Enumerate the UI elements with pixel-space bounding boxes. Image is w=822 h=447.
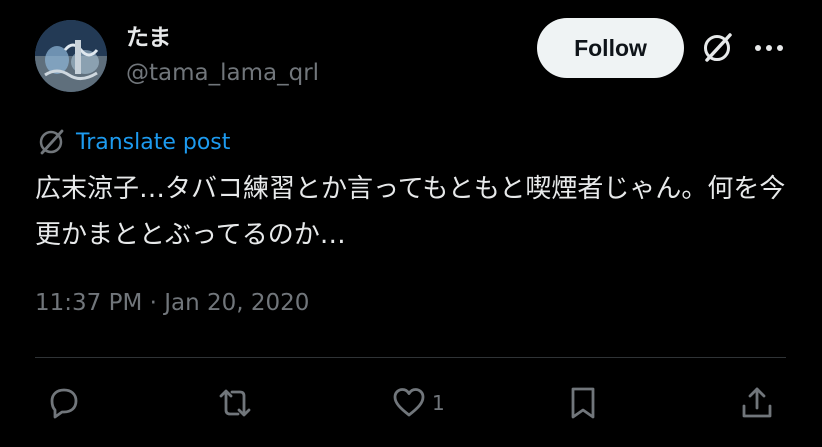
- like-count: 1: [432, 391, 445, 415]
- translate-row[interactable]: Translate post: [36, 126, 230, 158]
- avatar[interactable]: [35, 20, 107, 92]
- more-icon[interactable]: [752, 36, 786, 60]
- translate-icon: [39, 129, 64, 155]
- heart-icon: [393, 388, 425, 417]
- author-name[interactable]: たま: [126, 18, 171, 52]
- post-text: 広末涼子…タバコ練習とか言ってもともと喫煙者じゃん。何を今更かまととぶってるのか…: [35, 174, 786, 250]
- repost-button[interactable]: [216, 384, 254, 422]
- avatar-image: [35, 20, 107, 92]
- share-button[interactable]: [738, 384, 776, 422]
- share-icon: [742, 387, 772, 418]
- repost-icon: [219, 389, 251, 417]
- like-button[interactable]: 1: [390, 384, 445, 422]
- post-timestamp[interactable]: 11:37 PM · Jan 20, 2020: [35, 290, 309, 316]
- bookmark-icon: [571, 387, 595, 419]
- reply-icon: [50, 388, 78, 419]
- bookmark-button[interactable]: [564, 384, 602, 422]
- reply-button[interactable]: [44, 384, 82, 422]
- translate-post-link[interactable]: Translate post: [76, 130, 230, 155]
- follow-button[interactable]: Follow: [537, 18, 684, 78]
- author-handle[interactable]: @tama_lama_qrl: [126, 60, 319, 86]
- divider: [35, 357, 786, 358]
- grok-icon[interactable]: [700, 31, 734, 65]
